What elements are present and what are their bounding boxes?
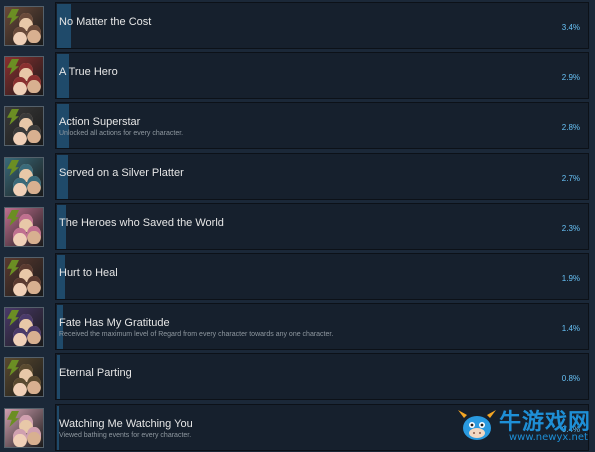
achievement-row[interactable]: Hurt to Heal 1.9% xyxy=(0,253,595,301)
achievement-panel: Action Superstar Unlocked all actions for… xyxy=(55,102,589,149)
character-portrait-icon xyxy=(4,357,44,397)
achievement-row[interactable]: No Matter the Cost 3.4% xyxy=(0,2,595,50)
unlock-percentage: 2.7% xyxy=(561,174,580,183)
achievement-description: Unlocked all actions for every character… xyxy=(59,130,184,137)
character-portrait-icon xyxy=(4,56,44,96)
character-portrait-icon xyxy=(4,157,44,197)
achievement-description: Viewed bathing events for every characte… xyxy=(59,432,192,439)
achievement-title: Watching Me Watching You xyxy=(59,418,193,430)
achievement-title: A True Hero xyxy=(59,66,118,78)
achievement-title: Hurt to Heal xyxy=(59,267,118,279)
achievement-row[interactable]: A True Hero 2.9% xyxy=(0,52,595,100)
character-portrait-icon xyxy=(4,257,44,297)
achievement-title: Eternal Parting xyxy=(59,367,132,379)
unlock-percentage: 2.9% xyxy=(561,73,580,82)
character-portrait-icon xyxy=(4,106,44,146)
character-portrait-icon xyxy=(4,6,44,46)
achievement-panel: Eternal Parting 0.8% xyxy=(55,353,589,400)
achievement-row[interactable]: Served on a Silver Platter 2.7% xyxy=(0,153,595,201)
achievement-row[interactable]: Fate Has My Gratitude Received the maximu… xyxy=(0,303,595,351)
achievement-description: Received the maximum level of Regard fro… xyxy=(59,331,334,338)
achievement-title: Fate Has My Gratitude xyxy=(59,317,170,329)
achievement-panel: Served on a Silver Platter 2.7% xyxy=(55,153,589,200)
unlock-percentage: 1.4% xyxy=(561,324,580,333)
cow-mascot-icon xyxy=(458,410,496,440)
achievement-title: Served on a Silver Platter xyxy=(59,167,184,179)
achievement-row[interactable]: Action Superstar Unlocked all actions for… xyxy=(0,102,595,150)
watermark-url: www.newyx.net xyxy=(509,432,588,443)
unlock-percentage: 1.9% xyxy=(561,274,580,283)
unlock-percentage: 2.8% xyxy=(561,123,580,132)
achievement-title: Action Superstar xyxy=(59,116,141,128)
achievement-panel: No Matter the Cost 3.4% xyxy=(55,2,589,49)
achievement-panel: The Heroes who Saved the World 2.3% xyxy=(55,203,589,250)
achievement-title: No Matter the Cost xyxy=(59,16,152,28)
achievement-panel: A True Hero 2.9% xyxy=(55,52,589,99)
achievement-title: The Heroes who Saved the World xyxy=(59,217,224,229)
achievement-row[interactable]: The Heroes who Saved the World 2.3% xyxy=(0,203,595,251)
character-portrait-icon xyxy=(4,408,44,448)
character-portrait-icon xyxy=(4,207,44,247)
unlock-percentage: 3.4% xyxy=(561,23,580,32)
character-portrait-icon xyxy=(4,307,44,347)
watermark: 牛游戏网 www.newyx.net xyxy=(455,402,595,450)
unlock-percentage: 0.8% xyxy=(561,374,580,383)
achievement-panel: Hurt to Heal 1.9% xyxy=(55,253,589,300)
achievement-row[interactable]: Eternal Parting 0.8% xyxy=(0,353,595,401)
unlock-percentage: 2.3% xyxy=(561,224,580,233)
achievement-panel: Fate Has My Gratitude Received the maximu… xyxy=(55,303,589,350)
